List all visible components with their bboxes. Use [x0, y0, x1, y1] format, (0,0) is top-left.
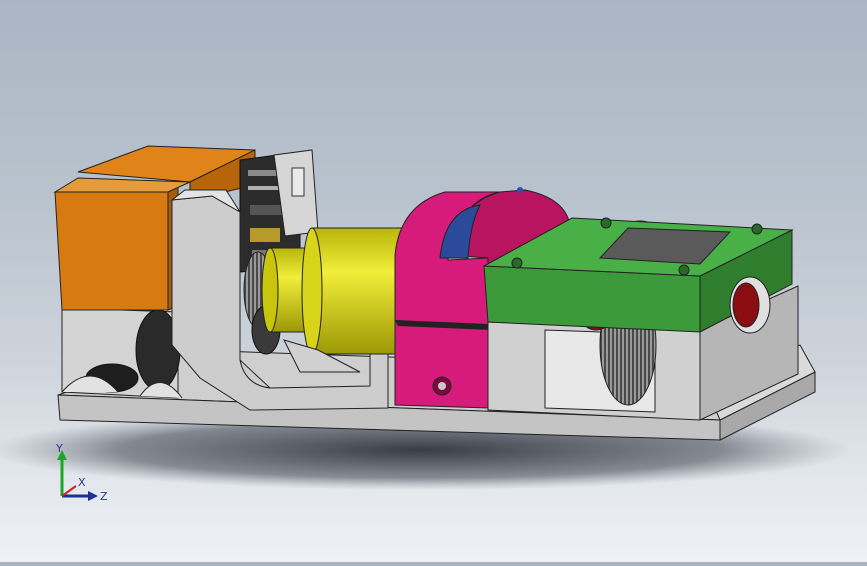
yellow-motor[interactable] [261, 227, 403, 373]
y-axis-label: Y [55, 442, 63, 455]
graphics-viewport[interactable]: Y X Z [0, 0, 867, 562]
shaft-bore[interactable] [729, 276, 771, 334]
cad-model-view[interactable] [0, 0, 867, 562]
z-axis-label: Z [100, 490, 108, 503]
x-axis-label: X [78, 476, 86, 489]
z-arrow-icon [88, 491, 98, 501]
coordinate-triad[interactable]: Y X Z [48, 440, 118, 510]
left-motor-housing[interactable] [61, 307, 183, 399]
